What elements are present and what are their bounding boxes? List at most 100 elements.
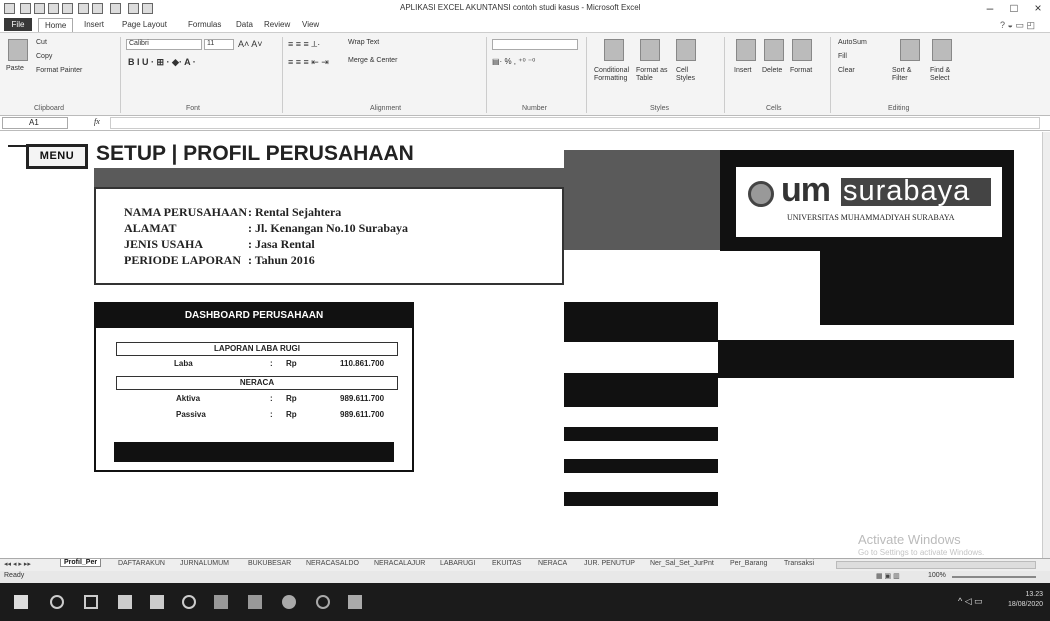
name-box[interactable]: A1	[2, 117, 68, 129]
zoom-level[interactable]: 100%	[928, 572, 946, 579]
cut-button[interactable]: Cut	[36, 39, 47, 46]
delete-cells-icon[interactable]	[764, 39, 784, 61]
number-format-icons[interactable]: ▤· % , ⁺⁰ ⁻⁰	[492, 57, 535, 66]
sheet-tab[interactable]: EKUITAS	[492, 560, 521, 567]
sort-filter-button[interactable]: Sort & Filter	[892, 67, 926, 83]
aktiva-value: 989.611.700	[340, 394, 385, 403]
separator	[282, 37, 283, 113]
view-mode-icons[interactable]: ▦ ▣ ▥	[876, 572, 900, 580]
start-icon[interactable]	[14, 595, 28, 609]
excel-app-icon[interactable]	[4, 3, 15, 14]
close-button[interactable]: ×	[1028, 1, 1048, 15]
grow-font-icon[interactable]: A˄ A˅	[238, 39, 263, 49]
redo-icon[interactable]	[110, 3, 121, 14]
format-painter-button[interactable]: Format Painter	[36, 67, 82, 74]
conditional-formatting-icon[interactable]	[604, 39, 624, 61]
filter-icon[interactable]	[62, 3, 73, 14]
number-format-select[interactable]	[492, 39, 578, 50]
tab-review[interactable]: Review	[264, 20, 290, 29]
clear-button[interactable]: Clear	[838, 67, 855, 74]
task-view-icon[interactable]	[84, 595, 98, 609]
format-cells-icon[interactable]	[792, 39, 812, 61]
sheet-tab[interactable]: NERACASALDO	[306, 560, 359, 567]
sheet-tab-profil-per[interactable]: Profil_Per	[60, 559, 102, 567]
paste-button[interactable]: Paste	[6, 65, 24, 72]
sheet-tab[interactable]: JURNALUMUM	[180, 560, 229, 567]
tab-home[interactable]: Home	[38, 18, 74, 32]
search-icon[interactable]	[50, 595, 64, 609]
fx-icon[interactable]: fx	[94, 117, 100, 126]
windows-taskbar: ^ ◁ ▭ 13.23 18/08/2020	[0, 583, 1050, 621]
save-icon[interactable]	[78, 3, 89, 14]
cell-styles-icon[interactable]	[676, 39, 696, 61]
format-as-table-button[interactable]: Format as Table	[636, 67, 670, 83]
undo-icon[interactable]	[92, 3, 103, 14]
menu-button[interactable]: MENU	[26, 144, 88, 169]
cells-group-label: Cells	[766, 105, 782, 112]
university-logo: um surabaya UNIVERSITAS MUHAMMADIYAH SUR…	[737, 167, 1002, 237]
cell-styles-button[interactable]: Cell Styles	[676, 67, 706, 83]
formula-input[interactable]	[110, 117, 1040, 129]
fill-button[interactable]: Fill	[838, 53, 847, 60]
chrome-icon[interactable]	[282, 595, 296, 609]
maximize-button[interactable]: □	[1004, 1, 1024, 15]
excel-taskbar-icon[interactable]	[214, 595, 228, 609]
customize-qat-icon[interactable]	[142, 3, 153, 14]
edge-icon[interactable]	[182, 595, 196, 609]
sheet-tab[interactable]: LABARUGI	[440, 560, 475, 567]
tray-icons[interactable]: ^ ◁ ▭	[958, 596, 983, 607]
format-button[interactable]: Format	[790, 67, 812, 74]
sheet-tab[interactable]: DAFTARAKUN	[118, 560, 165, 567]
sheet-tab[interactable]: BUKUBESAR	[248, 560, 291, 567]
quick-print-icon[interactable]	[34, 3, 45, 14]
store-icon[interactable]	[118, 595, 132, 609]
find-select-icon[interactable]	[932, 39, 952, 61]
wrap-text-button[interactable]: Wrap Text	[348, 39, 379, 46]
dashboard-panel: DASHBOARD PERUSAHAAN LAPORAN LABA RUGI L…	[94, 302, 414, 472]
sheet-tab[interactable]: JUR. PENUTUP	[584, 560, 635, 567]
currency-label: Rp	[286, 394, 297, 403]
sheet-tab[interactable]: NERACALAJUR	[374, 560, 425, 567]
tab-data[interactable]: Data	[236, 20, 253, 29]
sheet-tab[interactable]: Ner_Sal_Set_JurPnt	[650, 560, 714, 567]
files-icon[interactable]	[248, 595, 262, 609]
tab-scroll-icons[interactable]: ◂◂ ◂ ▸ ▸▸	[4, 560, 31, 568]
sort-filter-icon[interactable]	[900, 39, 920, 61]
minimize-button[interactable]: –	[980, 1, 1000, 15]
new-file-icon[interactable]	[128, 3, 139, 14]
app-icon[interactable]	[348, 595, 362, 609]
help-icon[interactable]: ? ◒ ▭ ◰	[1000, 20, 1035, 31]
merge-center-button[interactable]: Merge & Center	[348, 57, 397, 64]
font-size-select[interactable]: 11	[204, 39, 234, 50]
delete-button[interactable]: Delete	[762, 67, 782, 74]
bold-italic-underline-icons[interactable]: B I U · ⊞ · ◆· A ·	[128, 57, 196, 68]
indent-icons[interactable]: ≡ ≡ ≡ ⇤ ⇥	[288, 57, 329, 68]
tab-formulas[interactable]: Formulas	[188, 20, 221, 29]
clock[interactable]: 13.23 18/08/2020	[1008, 590, 1043, 610]
tab-insert[interactable]: Insert	[84, 20, 104, 29]
print-preview-icon[interactable]	[20, 3, 31, 14]
insert-button[interactable]: Insert	[734, 67, 752, 74]
tab-view[interactable]: View	[302, 20, 319, 29]
tab-page-layout[interactable]: Page Layout	[122, 20, 167, 29]
sheet-tab[interactable]: Per_Barang	[730, 560, 767, 567]
vertical-scrollbar[interactable]	[1042, 132, 1050, 558]
tab-file[interactable]: File	[4, 18, 32, 31]
find-select-button[interactable]: Find & Select	[930, 67, 960, 83]
word-icon[interactable]	[150, 595, 164, 609]
insert-cells-icon[interactable]	[736, 39, 756, 61]
autosum-button[interactable]: AutoSum	[838, 39, 867, 46]
copy-button[interactable]: Copy	[36, 53, 52, 60]
paste-icon[interactable]	[8, 39, 28, 61]
sort-icon[interactable]	[48, 3, 59, 14]
align-icons[interactable]: ≡ ≡ ≡ ⟂·	[288, 39, 320, 50]
format-table-icon[interactable]	[640, 39, 660, 61]
horizontal-scrollbar[interactable]	[836, 561, 1036, 569]
font-name-select[interactable]: Calibri	[126, 39, 202, 50]
opera-icon[interactable]	[316, 595, 330, 609]
sheet-tab[interactable]: Transaksi	[784, 560, 814, 567]
sheet-tab[interactable]: NERACA	[538, 560, 567, 567]
conditional-formatting-button[interactable]: Conditional Formatting	[594, 67, 634, 83]
zoom-slider[interactable]	[952, 576, 1036, 578]
sheet-tab-bar: ◂◂ ◂ ▸ ▸▸ Profil_Per DAFTARAKUN JURNALUM…	[0, 558, 1050, 571]
